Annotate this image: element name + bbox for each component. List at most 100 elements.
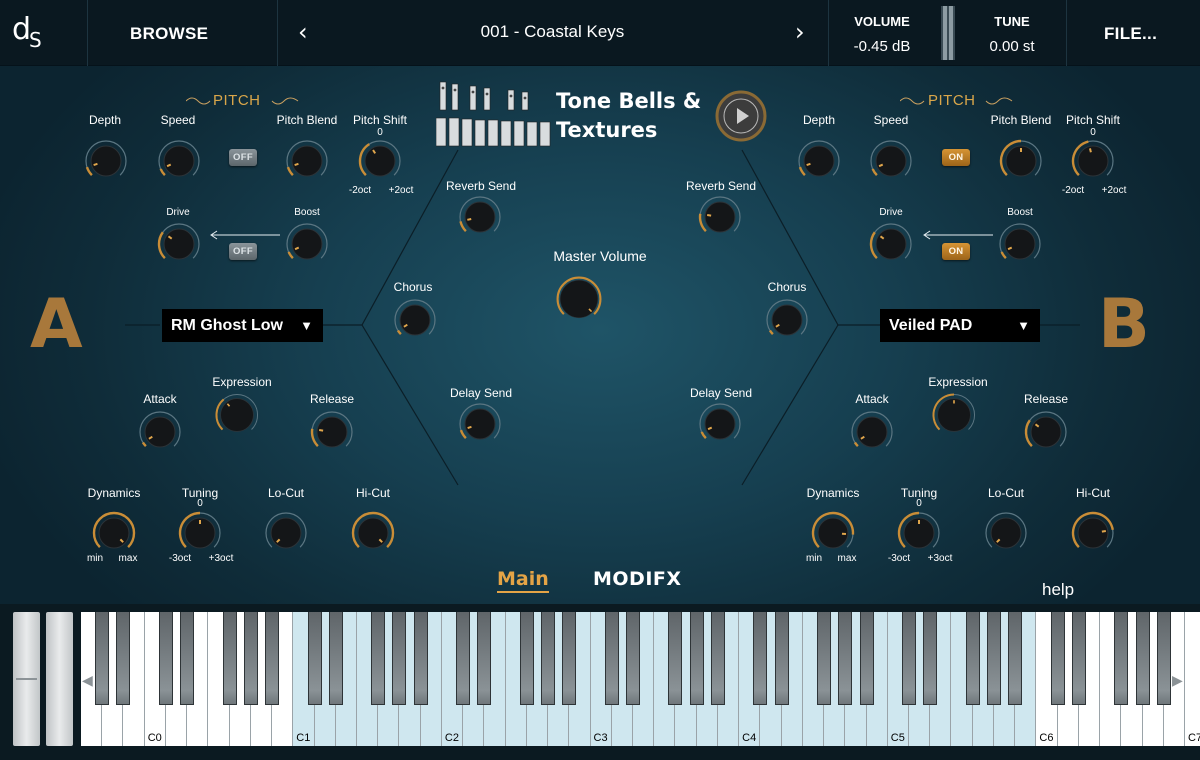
black-key[interactable] (965, 612, 980, 705)
help-link[interactable]: help (1042, 580, 1074, 600)
octave-down-arrow-icon[interactable]: ◀ (82, 672, 93, 689)
black-key[interactable] (1050, 612, 1065, 705)
black-key[interactable] (689, 612, 704, 705)
b-boost-knob[interactable] (997, 221, 1043, 267)
b-instrument-dropdown[interactable]: Veiled PAD ▼ (880, 309, 1040, 342)
black-key[interactable] (222, 612, 237, 705)
b-hicut-knob[interactable] (1070, 510, 1116, 556)
delay-send-left-knob[interactable] (457, 401, 503, 447)
b-pitch-blend-knob[interactable] (998, 138, 1044, 184)
black-key[interactable] (116, 612, 131, 705)
black-key[interactable] (1008, 612, 1023, 705)
black-key[interactable] (1156, 612, 1171, 705)
black-key[interactable] (456, 612, 471, 705)
next-preset-arrow-icon[interactable]: › (795, 18, 805, 46)
black-key[interactable] (1135, 612, 1150, 705)
b-speed-knob[interactable] (868, 138, 914, 184)
a-tuning-knob[interactable] (177, 510, 223, 556)
chorus-left-knob[interactable] (392, 297, 438, 343)
a-drive-toggle[interactable]: OFF (229, 243, 257, 260)
a-pitch-toggle[interactable]: OFF (229, 149, 257, 166)
chorus-right-knob[interactable] (764, 297, 810, 343)
black-key[interactable] (753, 612, 768, 705)
black-key[interactable] (668, 612, 683, 705)
a-speed-knob[interactable] (156, 138, 202, 184)
b-drive-toggle[interactable]: ON (942, 243, 970, 260)
a-hicut-knob[interactable] (350, 510, 396, 556)
black-key[interactable] (923, 612, 938, 705)
piano-keyboard[interactable]: C0 C1 C2 C3 C4 C5 C6 C7 (81, 612, 1200, 746)
black-key[interactable] (541, 612, 556, 705)
a-locut-knob[interactable] (263, 510, 309, 556)
b-tuning-knob[interactable] (896, 510, 942, 556)
black-key[interactable] (243, 612, 258, 705)
octave-label: C6 (1039, 732, 1054, 744)
b-depth-knob[interactable] (796, 138, 842, 184)
delay-send-right-knob[interactable] (697, 401, 743, 447)
mod-wheel[interactable] (46, 612, 73, 746)
black-key[interactable] (626, 612, 640, 705)
black-key[interactable] (95, 612, 110, 705)
black-key[interactable] (817, 612, 832, 705)
reverb-send-left-knob[interactable] (457, 194, 503, 240)
black-key[interactable] (838, 612, 853, 705)
a-expression-knob[interactable] (214, 392, 270, 448)
black-key[interactable] (519, 612, 534, 705)
tab-main[interactable]: Main (497, 568, 549, 593)
a-instrument-dropdown[interactable]: RM Ghost Low ▼ (162, 309, 323, 342)
tune-value[interactable]: 0.00 st (972, 38, 1052, 55)
black-key[interactable] (1071, 612, 1086, 705)
preset-name[interactable]: 001 - Coastal Keys (380, 22, 725, 42)
black-key[interactable] (986, 612, 1001, 705)
octave-up-arrow-icon[interactable]: ▶ (1172, 672, 1183, 689)
knob-body (291, 145, 323, 177)
b-pitch-blend-label: Pitch Blend (990, 113, 1052, 127)
b-release-knob[interactable] (1023, 409, 1069, 455)
reverb-send-left-label: Reverb Send (445, 179, 517, 193)
black-key[interactable] (562, 612, 577, 705)
a-dynamics-knob[interactable] (91, 510, 137, 556)
black-key[interactable] (158, 612, 173, 705)
black-key[interactable] (774, 612, 789, 705)
a-pitch-blend-knob[interactable] (284, 138, 330, 184)
b-attack-knob[interactable] (849, 409, 895, 455)
a-pitch-shift-knob[interactable] (357, 138, 403, 184)
black-key[interactable] (413, 612, 428, 705)
black-key[interactable] (265, 612, 280, 705)
black-key[interactable] (710, 612, 725, 705)
b-expression-knob[interactable] (931, 392, 987, 448)
knob-value-arc (1000, 251, 1007, 259)
file-menu-button[interactable]: FILE... (1104, 24, 1157, 44)
black-key[interactable] (477, 612, 492, 705)
b-drive-knob[interactable] (868, 221, 914, 267)
volume-value[interactable]: -0.45 dB (840, 38, 924, 55)
b-pitch-shift-knob[interactable] (1070, 138, 1116, 184)
black-key[interactable] (859, 612, 874, 705)
a-drive-knob[interactable] (156, 221, 202, 267)
black-key[interactable] (328, 612, 343, 705)
a-release-knob[interactable] (309, 409, 355, 455)
a-attack-knob[interactable] (137, 409, 183, 455)
black-key[interactable] (392, 612, 407, 705)
black-key[interactable] (307, 612, 322, 705)
knob-value-arc (871, 168, 878, 176)
a-boost-knob[interactable] (284, 221, 330, 267)
tab-modifx[interactable]: MODIFX (593, 568, 682, 590)
master-volume-knob[interactable] (556, 276, 644, 364)
b-dynamics-knob[interactable] (810, 510, 856, 556)
black-key[interactable] (180, 612, 195, 705)
b-locut-knob[interactable] (983, 510, 1029, 556)
browse-button[interactable]: BROWSE (130, 24, 208, 44)
a-depth-knob[interactable] (83, 138, 129, 184)
knob-indicator (467, 217, 472, 221)
black-key[interactable] (371, 612, 386, 705)
pitch-wheel[interactable] (13, 612, 40, 746)
black-key[interactable] (902, 612, 916, 705)
reverb-send-right-knob[interactable] (697, 194, 743, 240)
black-key[interactable] (604, 612, 619, 705)
b-pitch-toggle[interactable]: ON (942, 149, 970, 166)
prev-preset-arrow-icon[interactable]: ‹ (298, 18, 308, 46)
white-key[interactable]: C7 (1185, 612, 1200, 746)
b-depth-label: Depth (802, 113, 836, 127)
black-key[interactable] (1114, 612, 1129, 705)
